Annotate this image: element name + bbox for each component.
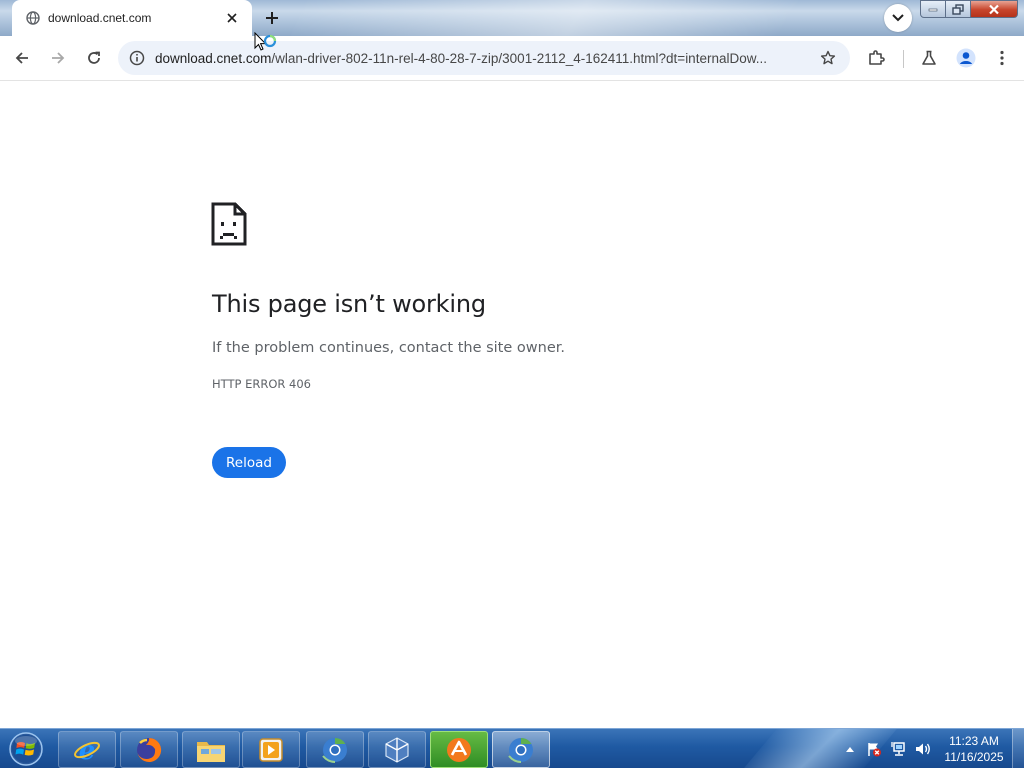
avatar-icon[interactable]: [952, 44, 980, 72]
flask-icon[interactable]: [915, 44, 943, 72]
url-path: /wlan-driver-802-11n-rel-4-80-28-7-zip/3…: [271, 50, 767, 66]
globe-icon: [26, 11, 40, 25]
chevron-down-icon[interactable]: [884, 4, 912, 32]
error-title: This page isn’t working: [212, 290, 486, 318]
info-icon[interactable]: [128, 49, 146, 67]
kebab-menu-icon[interactable]: [988, 44, 1016, 72]
windows-start-icon[interactable]: [6, 731, 46, 767]
chrome-remote-icon[interactable]: [306, 731, 364, 768]
tab-title: download.cnet.com: [48, 11, 152, 25]
plus-icon[interactable]: [259, 5, 285, 31]
clock-date: 11/16/2025: [944, 750, 1004, 764]
chrome-browser-icon[interactable]: [492, 731, 550, 768]
address-bar[interactable]: download.cnet.com/wlan-driver-802-11n-re…: [118, 41, 850, 75]
arrow-left-icon[interactable]: [8, 44, 36, 72]
minimize-icon[interactable]: [920, 0, 946, 18]
window-close-icon[interactable]: [971, 0, 1018, 18]
firefox-icon[interactable]: [120, 731, 178, 768]
url-text[interactable]: download.cnet.com/wlan-driver-802-11n-re…: [155, 51, 802, 66]
arrow-right-icon[interactable]: [44, 44, 72, 72]
media-player-icon[interactable]: [242, 731, 300, 768]
close-icon[interactable]: [222, 8, 242, 28]
file-explorer-icon[interactable]: [182, 731, 240, 768]
browser-toolbar: download.cnet.com/wlan-driver-802-11n-re…: [0, 36, 1024, 81]
sad-page-icon: [211, 202, 247, 246]
taskbar: e 11:23 AM 11/16/2025: [0, 728, 1024, 768]
show-desktop-button[interactable]: [1012, 729, 1024, 768]
puzzle-icon[interactable]: [862, 44, 890, 72]
tab-strip: download.cnet.com: [0, 0, 1024, 36]
error-description: If the problem continues, contact the si…: [212, 340, 565, 356]
volume-icon[interactable]: [912, 729, 934, 768]
caret-up-icon[interactable]: [842, 729, 858, 768]
reload-icon[interactable]: [80, 44, 108, 72]
svg-text:e: e: [79, 736, 96, 765]
taskbar-clock[interactable]: 11:23 AM 11/16/2025: [932, 733, 1016, 765]
error-code: HTTP ERROR 406: [212, 377, 311, 391]
virtualbox-icon[interactable]: [368, 731, 426, 768]
mouse-cursor-icon: [254, 31, 280, 58]
action-center-icon[interactable]: [864, 729, 884, 768]
reload-button[interactable]: Reload: [212, 447, 286, 478]
clock-time: 11:23 AM: [949, 734, 999, 748]
toolbar-divider: [903, 50, 904, 68]
error-page: This page isn’t working If the problem c…: [0, 82, 1024, 728]
tab-active[interactable]: download.cnet.com: [12, 0, 252, 36]
network-icon[interactable]: [888, 729, 910, 768]
internet-explorer-icon[interactable]: e: [58, 731, 116, 768]
streamer-app-icon[interactable]: [430, 731, 488, 768]
star-icon[interactable]: [816, 46, 840, 70]
restore-icon[interactable]: [946, 0, 971, 18]
